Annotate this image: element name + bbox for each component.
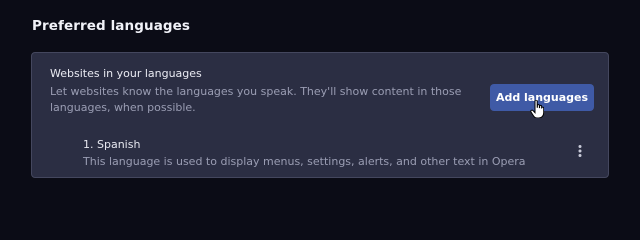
more-vertical-icon (578, 145, 582, 157)
language-name: 1. Spanish (83, 138, 141, 151)
hand-pointer-cursor (530, 100, 544, 118)
language-description: This language is used to display menus, … (83, 155, 526, 168)
languages-card: Websites in your languages Let websites … (31, 52, 609, 178)
more-options-button[interactable] (572, 143, 588, 159)
websites-languages-description: Let websites know the languages you spea… (50, 85, 462, 114)
language-list-item: 1. Spanish This language is used to disp… (83, 135, 583, 169)
section-title: Preferred languages (32, 18, 191, 34)
websites-languages-title: Websites in your languages (50, 67, 202, 80)
